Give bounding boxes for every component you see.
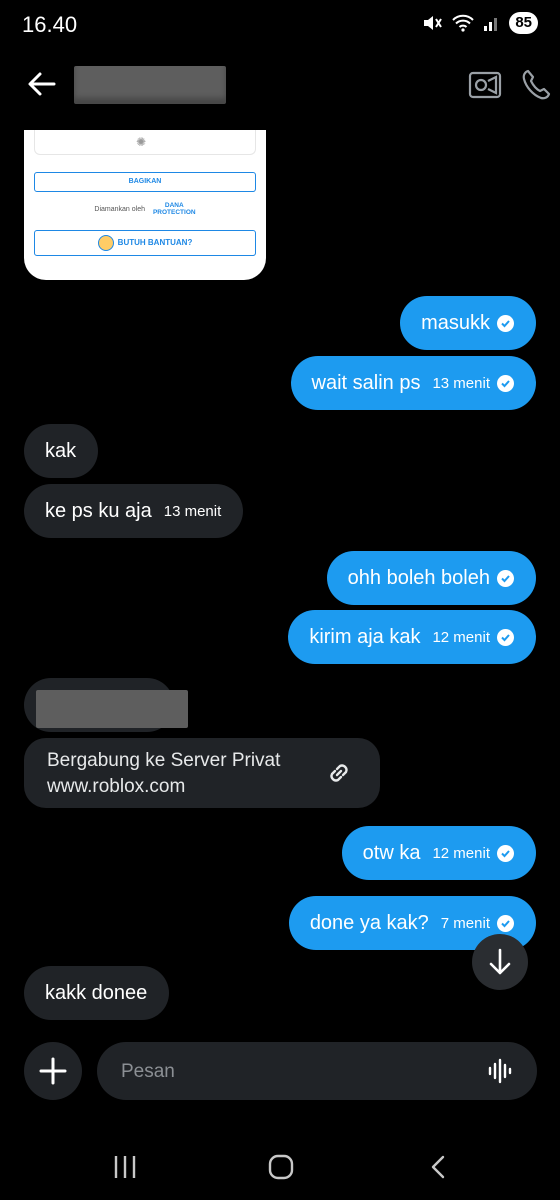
help-label: BUTUH BANTUAN? [117,238,193,247]
voice-message-icon[interactable] [487,1058,515,1084]
status-icons: 85 [421,12,538,34]
message-text: kirim aja kak [309,625,421,648]
link-title: Bergabung ke Server Privat [47,750,281,771]
message-bubble-outgoing[interactable]: masukk [400,296,536,350]
battery-indicator: 85 [509,12,538,34]
recent-apps-icon[interactable] [112,1154,138,1180]
contact-name-redacted[interactable] [74,66,226,104]
signal-icon [484,18,498,31]
message-composer[interactable] [97,1042,537,1102]
help-button: BUTUH BANTUAN? [34,230,256,256]
message-bubble-incoming[interactable]: kakk donee [24,966,170,1020]
dana-protection-logo: DANA PROTECTION [152,202,196,216]
nav-back-icon[interactable] [428,1154,448,1180]
read-receipt-icon [497,314,514,332]
message-text: kakk donee [45,981,148,1004]
message-text: kak [45,439,77,462]
message-text: masukk [421,311,490,334]
message-time: 7 menit [440,914,490,932]
message-time: 13 menit [432,374,490,392]
share-button: BAGIKAN [34,172,256,192]
read-receipt-icon [497,569,514,587]
message-bubble-outgoing[interactable]: otw ka 12 menit [341,826,536,880]
message-bubble-outgoing[interactable]: ohh boleh boleh [326,551,536,605]
arrow-down-icon [489,948,511,975]
message-time: 12 menit [432,844,490,862]
read-receipt-icon [497,374,514,392]
message-bubble-incoming[interactable]: kak [24,424,99,478]
message-bubble-incoming[interactable]: ke ps ku aja 13 menit [24,484,244,538]
link-preview-card[interactable]: Bergabung ke Server Privat www.roblox.co… [24,738,380,808]
link-domain: www.roblox.com [47,776,186,797]
phone-call-icon[interactable] [520,68,552,102]
message-time: 13 menit [163,502,222,520]
shared-image[interactable]: ✺ BAGIKAN Diamankan oleh DANA PROTECTION … [24,130,266,280]
home-icon[interactable] [268,1154,294,1180]
help-avatar-icon [97,234,114,251]
status-time: 16.40 [22,12,78,37]
add-attachment-button[interactable] [24,1042,82,1100]
message-text: ohh boleh boleh [347,566,490,589]
read-receipt-icon [497,628,514,646]
secured-by-line: Diamankan oleh DANA PROTECTION [24,202,266,216]
wifi-icon [452,14,475,32]
scroll-to-bottom-button[interactable] [472,934,528,990]
message-text: ke ps ku aja [45,499,152,522]
loading-spinner-icon: ✺ [136,135,147,149]
secured-by-text: Diamankan oleh [94,205,145,213]
mute-icon [424,16,443,30]
read-receipt-icon [497,914,514,932]
video-call-icon[interactable] [468,70,502,100]
back-arrow-icon[interactable] [24,66,60,102]
link-icon [330,764,348,782]
message-text: done ya kak? [309,911,429,934]
message-time: 12 menit [432,628,490,646]
message-bubble-outgoing[interactable]: wait salin ps 13 menit [290,356,536,410]
message-text: wait salin ps [311,371,421,394]
message-input[interactable] [119,1042,463,1102]
message-text: otw ka [362,841,421,864]
plus-icon [39,1057,67,1085]
read-receipt-icon [497,844,514,862]
redacted-message [36,690,188,728]
message-bubble-outgoing[interactable]: kirim aja kak 12 menit [288,610,536,664]
